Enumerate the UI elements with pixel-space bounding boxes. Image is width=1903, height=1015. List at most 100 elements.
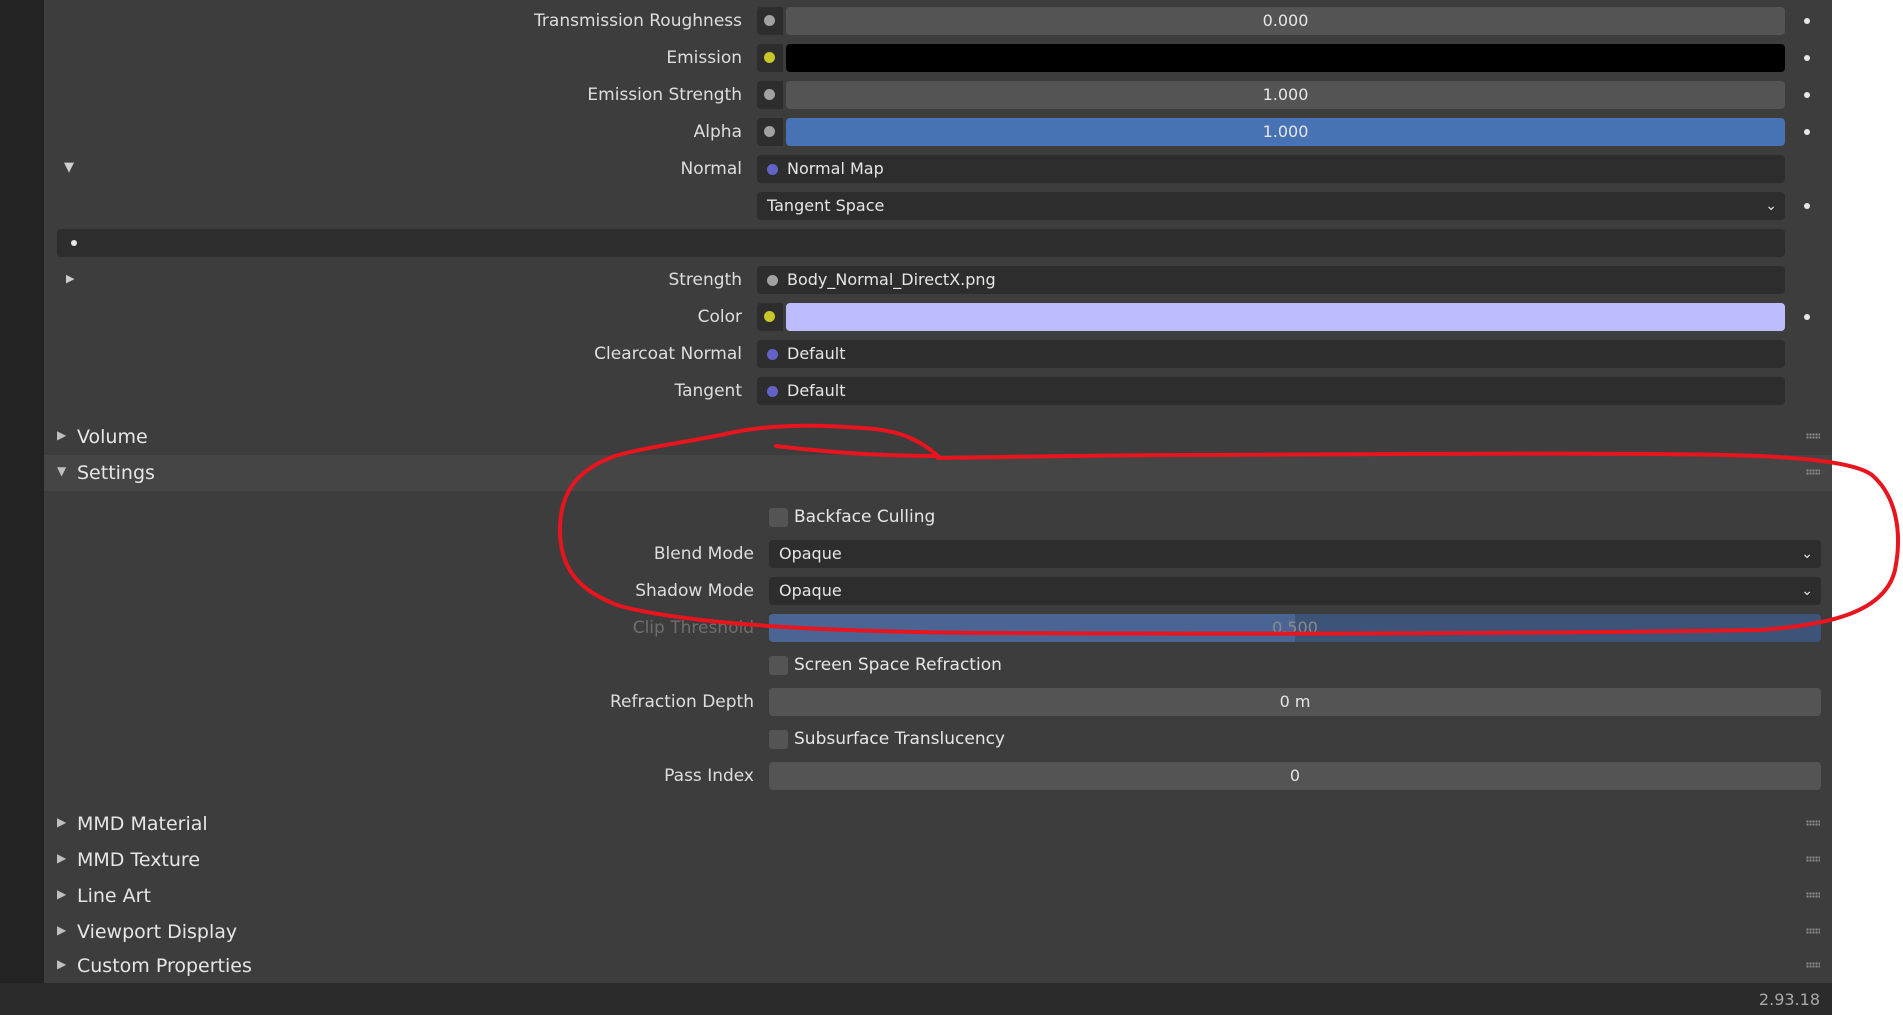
clip-threshold-slider[interactable]: 0.500 bbox=[769, 614, 1821, 642]
panel-title: Settings bbox=[77, 462, 155, 484]
normal-map-name: Normal Map bbox=[787, 159, 884, 178]
emission-color-swatch[interactable] bbox=[786, 44, 1785, 72]
drag-grip-icon[interactable] bbox=[1806, 962, 1820, 968]
backface-culling-checkbox[interactable] bbox=[769, 508, 788, 527]
empty-link-bar[interactable] bbox=[57, 229, 1785, 257]
panel-title: Line Art bbox=[77, 885, 151, 907]
transmission-roughness-field[interactable]: 0.000 bbox=[786, 7, 1785, 35]
chevron-down-icon: ⌄ bbox=[1765, 198, 1777, 214]
version-text: 2.93.18 bbox=[1758, 990, 1820, 1009]
blend-mode-label: Blend Mode bbox=[653, 544, 754, 564]
clip-threshold-label: Clip Threshold bbox=[632, 618, 754, 638]
image-texture-name: Body_Normal_DirectX.png bbox=[787, 270, 996, 289]
chevron-down-icon: ⌄ bbox=[1801, 546, 1813, 562]
backface-culling-label[interactable]: Backface Culling bbox=[794, 507, 935, 527]
keyframe-dot-icon[interactable] bbox=[1804, 55, 1810, 61]
drag-grip-icon[interactable] bbox=[1806, 928, 1820, 934]
collapse-triangle-icon: ▼ bbox=[57, 464, 67, 478]
pass-index-field[interactable]: 0 bbox=[769, 762, 1821, 790]
keyframe-dot-icon[interactable] bbox=[1804, 129, 1810, 135]
yellow-socket-icon bbox=[764, 311, 775, 322]
drag-grip-icon[interactable] bbox=[1806, 892, 1820, 898]
panel-header-mmd-material[interactable]: ▶ MMD Material bbox=[44, 806, 1832, 842]
keyframe-dot-icon[interactable] bbox=[1804, 92, 1810, 98]
panel-title: Custom Properties bbox=[77, 955, 252, 977]
normal-label: Normal bbox=[680, 159, 742, 179]
blend-mode-value: Opaque bbox=[779, 544, 842, 563]
keyframe-dot-icon[interactable] bbox=[71, 240, 77, 246]
clearcoat-normal-link[interactable]: Default bbox=[757, 340, 1785, 368]
expand-triangle-icon: ▶ bbox=[57, 815, 67, 829]
left-tab-strip bbox=[0, 0, 44, 983]
panel-title: MMD Texture bbox=[77, 849, 201, 871]
keyframe-dot-icon[interactable] bbox=[1804, 203, 1810, 209]
purple-socket-icon bbox=[767, 349, 778, 360]
grey-socket-icon bbox=[764, 89, 775, 100]
normal-map-link[interactable]: Normal Map bbox=[757, 155, 1785, 183]
clearcoat-normal-value: Default bbox=[787, 344, 846, 363]
drag-grip-icon[interactable] bbox=[1806, 469, 1820, 475]
panel-title: MMD Material bbox=[77, 813, 208, 835]
keyframe-dot-icon[interactable] bbox=[1804, 18, 1810, 24]
space-dropdown[interactable]: Tangent Space ⌄ bbox=[757, 192, 1785, 220]
panel-header-volume[interactable]: ▶ Volume bbox=[44, 419, 1832, 455]
expand-triangle-icon[interactable]: ▶ bbox=[66, 272, 74, 285]
refraction-depth-label: Refraction Depth bbox=[610, 692, 754, 712]
subsurface-translucency-label[interactable]: Subsurface Translucency bbox=[794, 729, 1005, 749]
transmission-roughness-label: Transmission Roughness bbox=[534, 11, 742, 31]
panel-header-line-art[interactable]: ▶ Line Art bbox=[44, 878, 1832, 914]
screen-space-refraction-label[interactable]: Screen Space Refraction bbox=[794, 655, 1002, 675]
socket-box[interactable] bbox=[757, 118, 783, 146]
socket-box[interactable] bbox=[757, 7, 783, 35]
tangent-value: Default bbox=[787, 381, 846, 400]
clearcoat-normal-label: Clearcoat Normal bbox=[594, 344, 742, 364]
keyframe-dot-icon[interactable] bbox=[1804, 314, 1810, 320]
grey-socket-icon bbox=[767, 275, 778, 286]
color-label: Color bbox=[697, 307, 742, 327]
drag-grip-icon[interactable] bbox=[1806, 433, 1820, 439]
image-texture-link[interactable]: Body_Normal_DirectX.png bbox=[757, 266, 1785, 294]
screen-space-refraction-checkbox[interactable] bbox=[769, 656, 788, 675]
panel-header-mmd-texture[interactable]: ▶ MMD Texture bbox=[44, 842, 1832, 878]
subsurface-translucency-checkbox[interactable] bbox=[769, 730, 788, 749]
collapse-triangle-icon[interactable]: ▼ bbox=[64, 160, 74, 175]
grey-socket-icon bbox=[764, 126, 775, 137]
panel-title: Volume bbox=[77, 426, 148, 448]
tangent-link[interactable]: Default bbox=[757, 377, 1785, 405]
pass-index-label: Pass Index bbox=[664, 766, 754, 786]
strength-label: Strength bbox=[668, 270, 742, 290]
alpha-field[interactable]: 1.000 bbox=[786, 118, 1785, 146]
shadow-mode-value: Opaque bbox=[779, 581, 842, 600]
tangent-label: Tangent bbox=[674, 381, 742, 401]
expand-triangle-icon: ▶ bbox=[57, 957, 67, 971]
panel-header-settings[interactable]: ▼ Settings bbox=[44, 455, 1832, 491]
socket-box[interactable] bbox=[757, 44, 783, 72]
yellow-socket-icon bbox=[764, 52, 775, 63]
emission-strength-label: Emission Strength bbox=[587, 85, 742, 105]
drag-grip-icon[interactable] bbox=[1806, 856, 1820, 862]
panel-title: Viewport Display bbox=[77, 921, 238, 943]
expand-triangle-icon: ▶ bbox=[57, 887, 67, 901]
chevron-down-icon: ⌄ bbox=[1801, 583, 1813, 599]
panel-header-viewport-display[interactable]: ▶ Viewport Display bbox=[44, 914, 1832, 950]
properties-editor: Transmission Roughness 0.000 Emission Em… bbox=[0, 0, 1832, 1015]
space-value: Tangent Space bbox=[767, 196, 885, 215]
alpha-label: Alpha bbox=[693, 122, 742, 142]
shadow-mode-dropdown[interactable]: Opaque ⌄ bbox=[769, 577, 1821, 605]
emission-strength-field[interactable]: 1.000 bbox=[786, 81, 1785, 109]
shadow-mode-label: Shadow Mode bbox=[635, 581, 754, 601]
grey-socket-icon bbox=[764, 15, 775, 26]
purple-socket-icon bbox=[767, 386, 778, 397]
blend-mode-dropdown[interactable]: Opaque ⌄ bbox=[769, 540, 1821, 568]
socket-box[interactable] bbox=[757, 81, 783, 109]
emission-label: Emission bbox=[666, 48, 742, 68]
refraction-depth-field[interactable]: 0 m bbox=[769, 688, 1821, 716]
color-swatch[interactable] bbox=[786, 303, 1785, 331]
socket-box[interactable] bbox=[757, 303, 783, 331]
expand-triangle-icon: ▶ bbox=[57, 428, 67, 442]
clip-threshold-value: 0.500 bbox=[1272, 618, 1318, 637]
panel-header-custom-properties[interactable]: ▶ Custom Properties bbox=[44, 948, 1832, 983]
status-bar: 2.93.18 bbox=[0, 983, 1832, 1015]
slider-fill bbox=[769, 614, 1295, 642]
drag-grip-icon[interactable] bbox=[1806, 820, 1820, 826]
